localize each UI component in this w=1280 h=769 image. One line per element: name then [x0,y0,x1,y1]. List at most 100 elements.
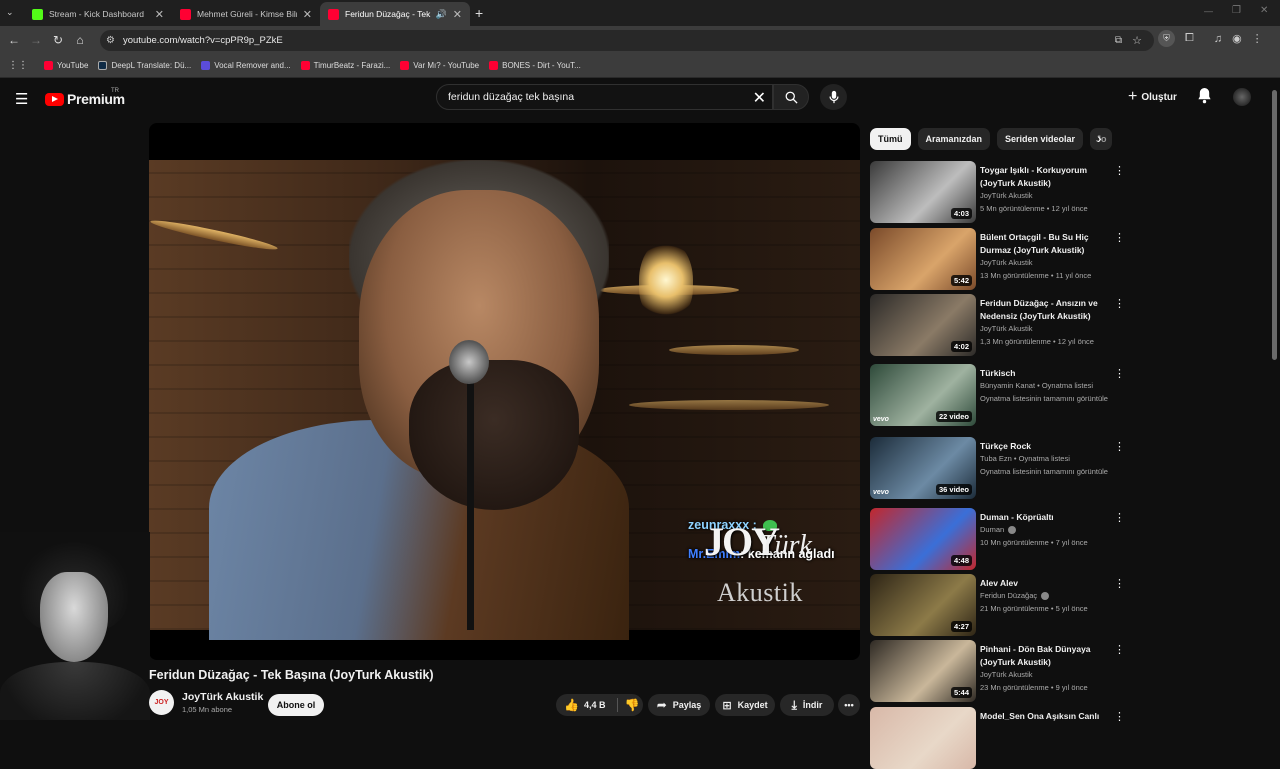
site-info-icon[interactable]: ⚙ [106,35,115,46]
channel-info[interactable]: JOY JoyTürk Akustik 1,05 Mn abone [149,690,263,715]
install-app-icon[interactable]: ⧉ [1115,35,1122,46]
clear-search-icon[interactable]: ✕ [753,88,766,108]
dislike-button[interactable]: 👎 [624,698,639,712]
recommendation-channel[interactable]: JoyTürk Akustik [980,670,1033,679]
recommendation-channel[interactable]: Duman [980,525,1017,534]
recommendation-title[interactable]: Model_Sen Ona Aşıksın Canlı [980,710,1115,723]
recommendation-channel[interactable]: JoyTürk Akustik [980,258,1033,267]
channel-name[interactable]: JoyTürk Akustik [182,691,263,703]
more-options-icon[interactable]: ⋮ [1114,511,1125,524]
video-thumbnail[interactable] [870,707,976,769]
download-button[interactable]: ⤓ İndir [780,694,834,716]
recommendation-item[interactable]: 5:42 Bülent Ortaçgil - Bu Su Hiç Durmaz (… [870,228,1270,290]
back-arrow-icon[interactable]: ← [3,33,25,47]
video-thumbnail[interactable]: 5:42 [870,228,976,290]
chevron-right-icon[interactable]: › [1097,130,1102,146]
bookmark-item[interactable]: TimurBeatz - Farazi... [300,61,390,70]
more-options-icon[interactable]: ⋮ [1114,440,1125,453]
recommendation-channel[interactable]: Tuba Ezn • Oynatma listesi [980,454,1070,463]
recommendation-title[interactable]: Alev Alev [980,577,1115,590]
forward-arrow-icon[interactable]: → [25,33,47,47]
more-options-icon[interactable]: ⋮ [1114,643,1125,656]
save-button[interactable]: ⊞ Kaydet [715,694,775,716]
channel-avatar[interactable]: JOY [149,690,174,715]
recommendation-title[interactable]: Türkisch [980,367,1115,380]
minimize-window-icon[interactable]: — [1204,6,1213,16]
recommendation-title[interactable]: Feridun Düzağaç - Ansızın ve Nedensiz (J… [980,297,1115,322]
bookmark-star-icon[interactable]: ☆ [1132,34,1142,47]
notifications-bell-icon[interactable] [1197,87,1212,109]
create-button[interactable]: + Oluştur [1128,86,1177,108]
reload-icon[interactable]: ↻ [47,33,69,47]
recommendation-title[interactable]: Pinhani - Dön Bak Dünyaya (JoyTurk Akust… [980,643,1115,668]
video-thumbnail[interactable]: 5:44 [870,640,976,702]
recommendation-item[interactable]: 5:44 Pinhani - Dön Bak Dünyaya (JoyTurk A… [870,640,1270,702]
recommendation-channel[interactable]: JoyTürk Akustik [980,191,1033,200]
recommendation-item[interactable]: Model_Sen Ona Aşıksın Canlı ⋮ [870,707,1270,769]
audio-playing-icon[interactable]: 🔊 [436,9,447,20]
close-tab-icon[interactable]: ✕ [303,8,312,21]
more-options-icon[interactable]: ⋮ [1114,577,1125,590]
search-button[interactable] [773,84,809,110]
recommendation-title[interactable]: Türkçe Rock [980,440,1115,453]
recommendation-item[interactable]: 4:02 Feridun Düzağaç - Ansızın ve Nedensi… [870,294,1270,356]
address-bar[interactable]: ⚙ youtube.com/watch?v=cpPR9p_PZkE ⧉ ☆ [100,30,1154,51]
video-thumbnail[interactable]: 4:27 [870,574,976,636]
browser-menu-icon[interactable]: ⋮ [1252,32,1263,45]
bookmark-item[interactable]: YouTube [44,61,88,70]
home-icon[interactable]: ⌂ [69,33,91,47]
more-options-icon[interactable]: ⋮ [1114,164,1125,177]
more-options-icon[interactable]: ⋮ [1114,710,1125,723]
profile-icon[interactable]: ◉ [1232,32,1242,45]
bookmark-item[interactable]: Vocal Remover and... [201,61,291,70]
more-options-icon[interactable]: ⋮ [1114,367,1125,380]
more-options-icon[interactable]: ⋮ [1114,297,1125,310]
share-button[interactable]: ➦ Paylaş [648,694,710,716]
chip-from-search[interactable]: Aramanızdan [917,128,991,150]
media-control-icon[interactable]: ♫ [1214,33,1222,45]
extensions-puzzle-icon[interactable]: ⧠ [1185,32,1194,45]
tab-search-button[interactable]: ⌄ [6,7,14,18]
voice-search-button[interactable] [820,84,847,110]
apps-grid-icon[interactable]: ⋮⋮ [8,60,28,71]
recommendation-item[interactable]: 4:48 Duman - Köprüaltı Duman 10 Mn görüntül… [870,508,1270,570]
shield-extension-icon[interactable]: ⛨ [1158,30,1175,47]
video-thumbnail[interactable]: 4:48 [870,508,976,570]
hamburger-menu-icon[interactable]: ☰ [15,90,28,108]
chip-all[interactable]: Tümü [870,128,911,150]
like-button[interactable]: 👍 4,4 B [564,698,605,712]
video-thumbnail[interactable]: 4:03 [870,161,976,223]
recommendation-title[interactable]: Toygar Işıklı - Korkuyorum (JoyTurk Akus… [980,164,1115,189]
video-thumbnail[interactable]: 22 video vevo [870,364,976,426]
video-player[interactable]: zeunraxxx : Mr.Emim: kemann ağladı JOY T… [149,123,860,660]
subscribe-button[interactable]: Abone ol [268,694,324,716]
bookmark-item[interactable]: Var Mı? - YouTube [400,61,479,70]
close-tab-icon[interactable]: ✕ [155,8,164,21]
recommendation-item[interactable]: 4:27 Alev Alev Feridun Düzağaç 21 Mn görünt… [870,574,1270,636]
video-thumbnail[interactable]: 4:02 [870,294,976,356]
browser-tab[interactable]: Stream - Kick Dashboard ✕ [24,2,172,26]
youtube-premium-logo[interactable]: Premium TR [45,88,125,107]
close-tab-icon[interactable]: ✕ [453,8,462,21]
more-options-icon[interactable]: ⋮ [1114,231,1125,244]
recommendation-channel[interactable]: Feridun Düzağaç [980,591,1050,600]
recommendation-channel[interactable]: JoyTürk Akustik [980,324,1033,333]
close-window-icon[interactable]: ✕ [1260,5,1268,16]
page-scrollbar[interactable] [1272,90,1277,360]
recommendation-title[interactable]: Bülent Ortaçgil - Bu Su Hiç Durmaz (JoyT… [980,231,1115,256]
bookmark-item[interactable]: BONES - Dirt - YouT... [489,61,581,70]
browser-tab-active[interactable]: Feridun Düzağaç - Tek Başı 🔊 ✕ [320,2,470,26]
bookmark-item[interactable]: DeepL Translate: Dü... [98,61,191,70]
recommendation-channel[interactable]: Bünyamin Kanat • Oynatma listesi [980,381,1093,390]
maximize-window-icon[interactable]: ❐ [1232,5,1241,16]
chip-from-series[interactable]: Seriden videolar [997,128,1084,150]
recommendation-title[interactable]: Duman - Köprüaltı [980,511,1115,524]
account-avatar[interactable] [1233,88,1251,106]
recommendation-item[interactable]: 36 video vevo Türkçe Rock Tuba Ezn • Oynatm… [870,437,1270,499]
more-actions-button[interactable]: ••• [838,694,860,716]
video-thumbnail[interactable]: 36 video vevo [870,437,976,499]
new-tab-button[interactable]: + [475,5,483,21]
recommendation-item[interactable]: 4:03 Toygar Işıklı - Korkuyorum (JoyTurk … [870,161,1270,223]
browser-tab[interactable]: Mehmet Güreli - Kimse Bilmez ✕ [172,2,320,26]
recommendation-item[interactable]: 22 video vevo Türkisch Bünyamin Kanat • Oyn… [870,364,1270,426]
